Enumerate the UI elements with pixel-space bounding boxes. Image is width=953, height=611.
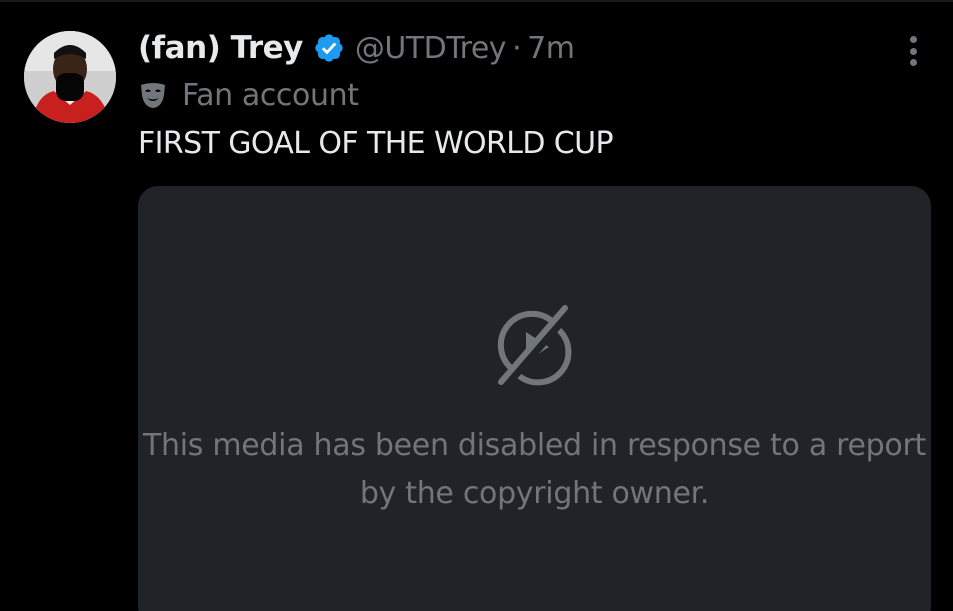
account-label: Fan account bbox=[138, 75, 359, 115]
media-disabled-icon bbox=[491, 304, 577, 392]
tweet[interactable]: (fan) Trey @UTDTrey · 7m Fan account FIR… bbox=[0, 0, 953, 611]
avatar-photo-icon bbox=[24, 31, 116, 123]
more-options-icon[interactable] bbox=[900, 32, 926, 70]
verified-badge-icon[interactable] bbox=[313, 32, 345, 64]
account-label-text: Fan account bbox=[182, 77, 359, 113]
timestamp[interactable]: 7m bbox=[527, 31, 575, 66]
media-disabled-message: This media has been disabled in response… bbox=[143, 428, 926, 511]
separator-dot: · bbox=[512, 30, 522, 66]
tweet-header: (fan) Trey @UTDTrey · 7m bbox=[138, 28, 575, 68]
display-name[interactable]: (fan) Trey bbox=[138, 30, 303, 66]
user-handle[interactable]: @UTDTrey bbox=[355, 31, 507, 66]
tweet-text: FIRST GOAL OF THE WORLD CUP bbox=[138, 126, 614, 161]
media-container[interactable]: This media has been disabled in response… bbox=[138, 186, 931, 611]
avatar[interactable] bbox=[24, 31, 116, 123]
mask-icon bbox=[138, 80, 168, 110]
divider bbox=[0, 0, 953, 2]
